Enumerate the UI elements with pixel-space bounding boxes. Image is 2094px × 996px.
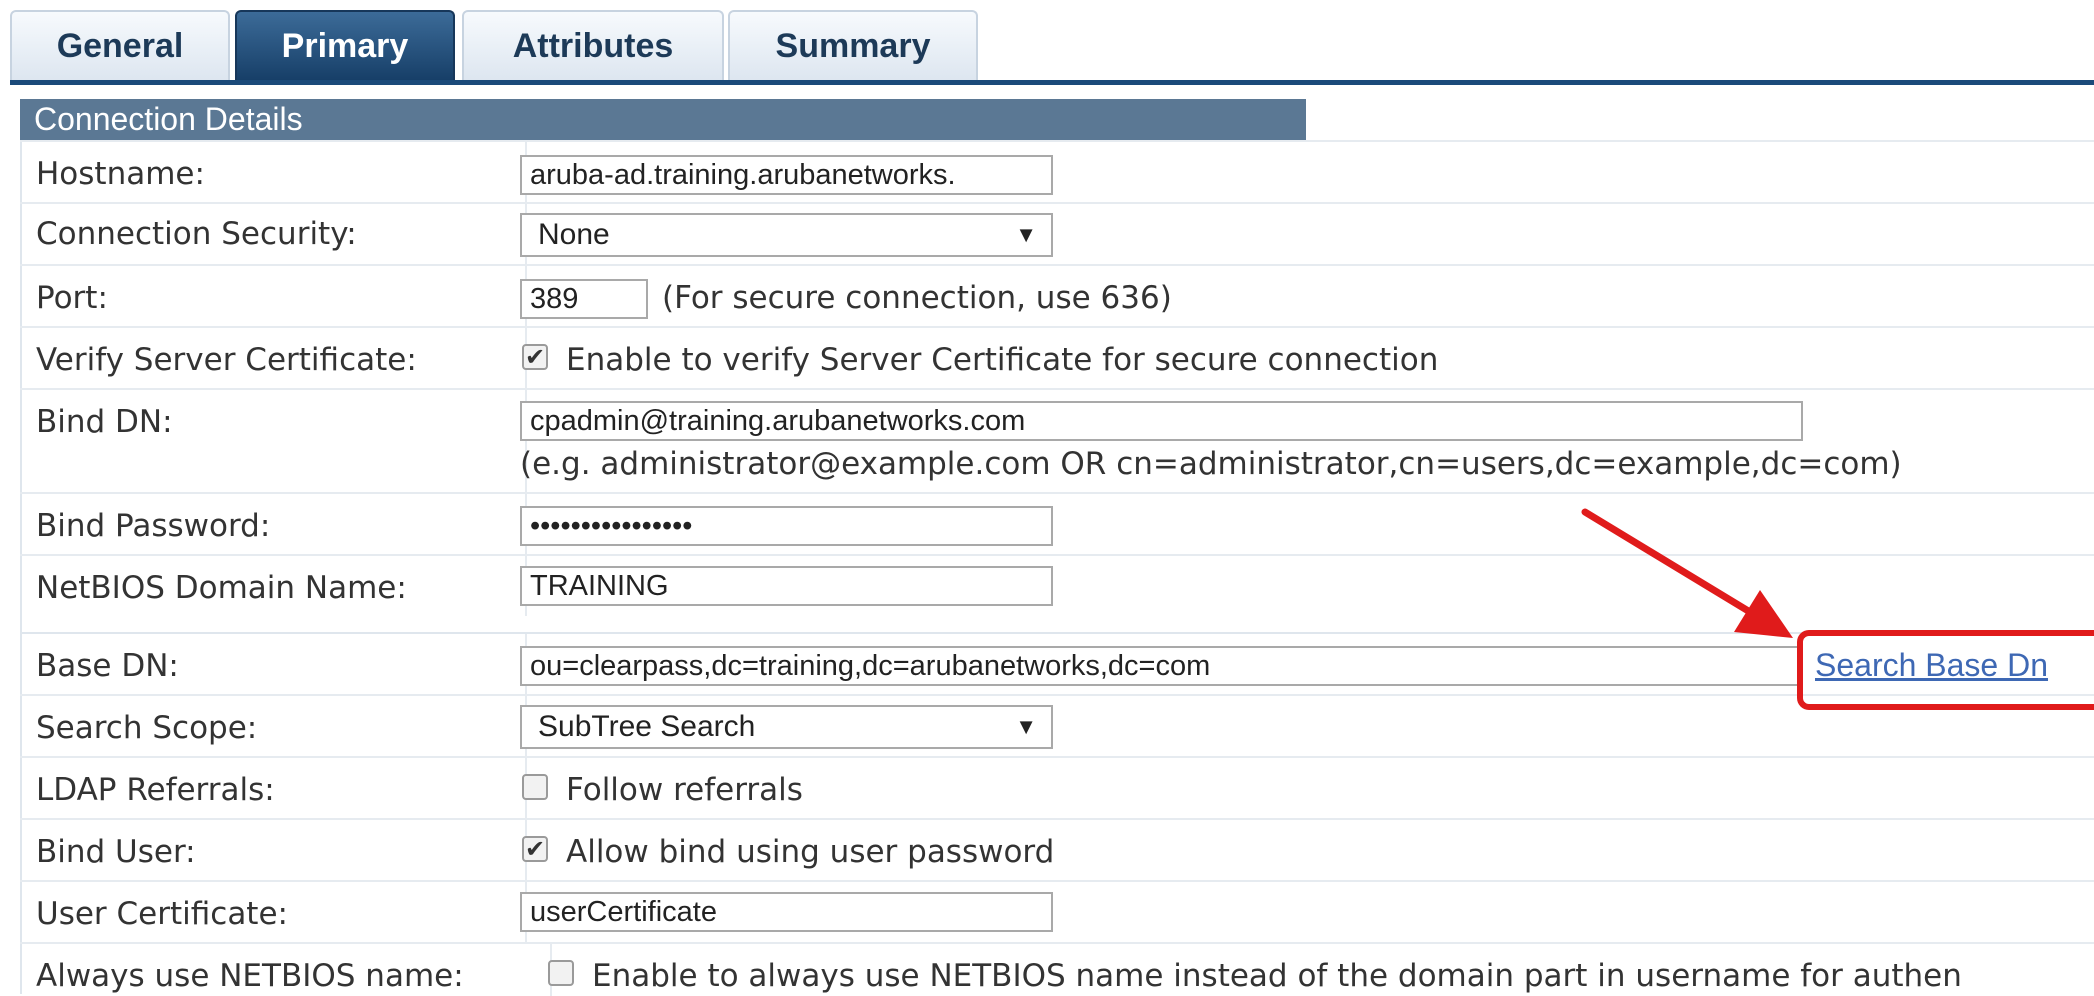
row-bind-user: Bind User: ✔ Allow bind using user passw… xyxy=(20,818,2094,880)
connection-security-select[interactable]: None ▼ xyxy=(520,213,1053,257)
row-search-scope: Search Scope: SubTree Search ▼ xyxy=(20,694,2094,756)
tab-underline xyxy=(10,80,2094,85)
triangle-down-icon: ▼ xyxy=(1015,222,1037,247)
bind-dn-label: Bind DN: xyxy=(36,404,173,440)
row-always-netbios: Always use NETBIOS name: Enable to alway… xyxy=(20,942,2094,996)
netbios-input[interactable]: TRAINING xyxy=(520,566,1053,606)
row-verify-cert: Verify Server Certificate: ✔ Enable to v… xyxy=(20,326,2094,388)
row-bind-dn: Bind DN: cpadmin@training.arubanetworks.… xyxy=(20,388,2094,492)
row-ldap-referrals: LDAP Referrals: Follow referrals xyxy=(20,756,2094,818)
user-certificate-label: User Certificate: xyxy=(36,896,288,932)
tab-attributes[interactable]: Attributes xyxy=(462,10,724,80)
triangle-down-icon: ▼ xyxy=(1015,714,1037,739)
user-certificate-input[interactable]: userCertificate xyxy=(520,892,1053,932)
row-connection-security: Connection Security: None ▼ xyxy=(20,202,2094,264)
base-dn-label: Base DN: xyxy=(36,648,179,684)
search-scope-label: Search Scope: xyxy=(36,710,258,746)
ldap-referrals-checkbox[interactable] xyxy=(522,774,548,800)
hostname-input[interactable]: aruba-ad.training.arubanetworks. xyxy=(520,155,1053,195)
row-netbios: NetBIOS Domain Name: TRAINING xyxy=(20,554,2094,616)
bind-user-label: Bind User: xyxy=(36,834,196,870)
search-scope-value: SubTree Search xyxy=(538,710,756,743)
bind-user-checkbox[interactable]: ✔ xyxy=(522,836,548,862)
base-dn-input[interactable]: ou=clearpass,dc=training,dc=arubanetwork… xyxy=(520,646,1803,686)
row-base-dn: Base DN: ou=clearpass,dc=training,dc=aru… xyxy=(20,632,2094,694)
row-user-certificate: User Certificate: userCertificate xyxy=(20,880,2094,942)
port-label: Port: xyxy=(36,280,108,316)
row-hostname: Hostname: aruba-ad.training.arubanetwork… xyxy=(20,140,2094,202)
check-mark-icon: ✔ xyxy=(524,343,546,371)
bind-password-input[interactable]: •••••••••••••••• xyxy=(520,506,1053,546)
bind-password-label: Bind Password: xyxy=(36,508,271,544)
row-bind-password: Bind Password: •••••••••••••••• xyxy=(20,492,2094,554)
section-header: Connection Details xyxy=(20,99,1306,140)
ldap-referrals-label: LDAP Referrals: xyxy=(36,772,275,808)
port-input[interactable]: 389 xyxy=(520,279,648,319)
port-hint: (For secure connection, use 636) xyxy=(662,280,1172,316)
verify-cert-text: Enable to verify Server Certificate for … xyxy=(566,342,1439,378)
netbios-label: NetBIOS Domain Name: xyxy=(36,570,407,606)
always-netbios-label: Always use NETBIOS name: xyxy=(36,958,464,994)
verify-cert-checkbox[interactable]: ✔ xyxy=(522,344,548,370)
row-port: Port: 389 (For secure connection, use 63… xyxy=(20,264,2094,326)
check-mark-icon: ✔ xyxy=(524,835,546,863)
highlight-box xyxy=(1797,630,2094,710)
bind-dn-hint: (e.g. administrator@example.com OR cn=ad… xyxy=(520,446,1902,482)
tab-general[interactable]: General xyxy=(10,10,230,80)
bind-dn-input[interactable]: cpadmin@training.arubanetworks.com xyxy=(520,401,1803,441)
search-scope-select[interactable]: SubTree Search ▼ xyxy=(520,705,1053,749)
always-netbios-checkbox[interactable] xyxy=(548,960,574,986)
tab-summary[interactable]: Summary xyxy=(728,10,978,80)
hostname-label: Hostname: xyxy=(36,156,205,192)
connection-security-value: None xyxy=(538,218,610,251)
verify-cert-label: Verify Server Certificate: xyxy=(36,342,417,378)
ldap-referrals-text: Follow referrals xyxy=(566,772,803,808)
connection-security-label: Connection Security: xyxy=(36,216,357,252)
bind-user-text: Allow bind using user password xyxy=(566,834,1055,870)
always-netbios-text: Enable to always use NETBIOS name instea… xyxy=(592,958,1962,994)
tab-primary[interactable]: Primary xyxy=(235,10,455,80)
